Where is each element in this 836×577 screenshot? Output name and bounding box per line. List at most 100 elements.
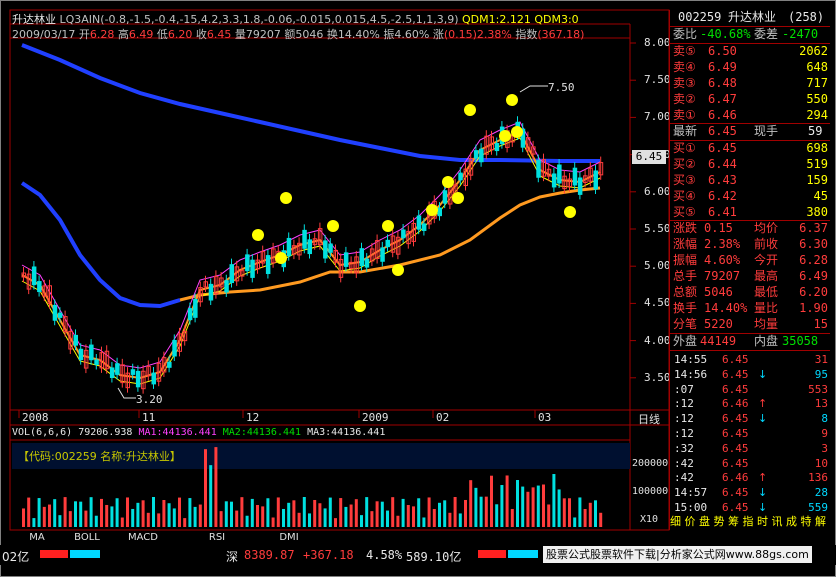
stat-value: 6.20 — [799, 285, 828, 299]
candle-body — [551, 173, 557, 188]
volume-bar — [495, 504, 499, 527]
candle-body — [109, 367, 115, 379]
order-book-row[interactable]: 买① 6.45 698 — [670, 141, 828, 156]
volume-bar — [432, 508, 436, 527]
volume-bar — [505, 475, 509, 527]
stat-row: 总额 5046 最低 6.20 — [670, 285, 828, 300]
vol-ma2: MA2:44136.441 — [222, 427, 302, 438]
volume-bar — [547, 504, 551, 527]
tick-row: 14:56 6.45 ↓ 95 — [670, 367, 828, 382]
candle-body — [343, 252, 349, 267]
order-book-row[interactable]: 买④ 6.42 45 — [670, 189, 828, 204]
volume-bar — [94, 515, 98, 527]
time-tick-label: 11 — [142, 411, 156, 424]
book-volume: 717 — [806, 76, 828, 90]
weibi-label: 委比 — [673, 27, 698, 41]
candle-body — [130, 369, 136, 375]
tab-rsi[interactable]: RSI — [192, 531, 242, 545]
volume-bar — [557, 489, 561, 527]
tick-row: 15:00 6.45 ↓ 559 — [670, 500, 828, 515]
tab-boll[interactable]: BOLL — [62, 531, 112, 545]
candle-body — [286, 237, 292, 257]
volume-bar — [53, 499, 57, 527]
order-book-row[interactable]: 买② 6.44 519 — [670, 157, 828, 172]
candle-body — [265, 255, 271, 275]
waipan-label: 外盘 — [673, 334, 698, 348]
volume-bar — [328, 497, 332, 527]
stat-row: 涨跌 0.15 均价 6.37 — [670, 221, 828, 236]
volume-bar — [266, 498, 270, 527]
tab-macd[interactable]: MACD — [118, 531, 168, 545]
order-book-row[interactable]: 买③ 6.43 159 — [670, 173, 828, 188]
tick-row: :12 6.45 ↓ 8 — [670, 411, 828, 426]
signal-smiley-icon — [327, 220, 339, 232]
tick-row: 14:57 6.45 ↓ 28 — [670, 485, 828, 500]
candle-body — [437, 207, 442, 217]
index-change: +367.18 — [303, 548, 354, 562]
waipan-row: 外盘 44149 内盘 35058 — [670, 334, 828, 349]
book-volume: 698 — [806, 141, 828, 155]
candle-body — [494, 143, 500, 152]
low-label: 低 — [156, 28, 168, 41]
order-book-row[interactable]: 卖③ 6.48 717 — [670, 76, 828, 91]
volume-bar — [178, 497, 181, 527]
volume-bar — [573, 517, 577, 527]
stat-label: 均量 — [754, 317, 779, 331]
tab-dmi[interactable]: DMI — [264, 531, 314, 545]
signal-smiley-icon — [426, 204, 438, 216]
volume-bar — [583, 509, 587, 527]
candle-body — [577, 177, 583, 195]
volume-bar — [427, 497, 431, 527]
ad-banner[interactable]: 股票公式股票软件下载|分析家公式网www.88gs.com — [543, 546, 812, 563]
volume-bar — [282, 508, 285, 527]
volume-bar — [375, 501, 379, 527]
tick-volume: 13 — [814, 397, 828, 411]
signal-smiley-icon — [354, 300, 366, 312]
index-value: (367.18) — [537, 28, 585, 41]
candle-body — [57, 312, 63, 318]
volume-bar — [37, 498, 41, 527]
signal-smiley-icon — [506, 94, 518, 106]
stat-value: 5220 — [704, 317, 733, 331]
order-book-row[interactable]: 卖④ 6.49 648 — [670, 60, 828, 75]
panel-footer-tabs[interactable]: 细 价 盘 势 筹 指 时 讯 成 特 解 — [670, 515, 830, 529]
volume-bar — [484, 496, 488, 527]
tick-time: 14:57 — [674, 486, 708, 500]
price-tick-label: 7.00 — [644, 110, 671, 124]
order-book-row[interactable]: 买⑤ 6.41 380 — [670, 205, 828, 220]
open-value: 6.28 — [89, 28, 115, 41]
price-tick-label: 4.50 — [644, 296, 671, 310]
volume-bar — [334, 518, 337, 527]
order-book-row[interactable]: 卖② 6.47 550 — [670, 92, 828, 107]
ohlc-header: 2009/03/17 开6.28 高6.49 低6.20 收6.45 量7920… — [12, 26, 584, 42]
candle-body — [229, 264, 234, 284]
tick-price: 6.45 — [722, 382, 749, 396]
volume-bar — [292, 500, 296, 527]
volume-bar — [562, 498, 566, 527]
volume-bar — [302, 497, 306, 527]
candle-body — [364, 258, 370, 268]
volume-bar — [438, 502, 441, 527]
qdm3-value: QDM3:0 — [534, 13, 579, 26]
order-book-row[interactable]: 卖① 6.46 294 — [670, 108, 828, 123]
stat-label: 量比 — [754, 301, 779, 315]
book-level-label: 买④ — [673, 189, 696, 203]
volume-bar — [386, 510, 389, 527]
stat-label: 涨幅 — [673, 237, 698, 251]
volume-bar — [531, 487, 535, 527]
vol-indicator[interactable]: VOL(6,6,6) 79206.938 — [12, 427, 132, 438]
volume-bar — [214, 447, 218, 527]
candle-body — [385, 239, 390, 248]
tab-ma[interactable]: MA — [12, 531, 62, 545]
vol-ma1: MA1:44136.441 — [138, 427, 217, 438]
candle-body — [536, 160, 541, 178]
period-label[interactable]: 日线 — [638, 411, 660, 427]
indicator-formula[interactable]: LQ3AIN(-0.8,-1.5,-0.4,-15,4.2,3.3,1.8,-0… — [60, 13, 459, 26]
stat-value: 0.15 — [704, 221, 733, 235]
volume-bar — [542, 484, 545, 527]
volume-bar — [58, 515, 62, 527]
tick-row: :12 6.46 ↑ 13 — [670, 396, 828, 411]
order-book-row[interactable]: 卖⑤ 6.50 2062 — [670, 44, 828, 59]
time-tick-label: 02 — [436, 411, 450, 424]
volume-bar — [115, 498, 119, 527]
